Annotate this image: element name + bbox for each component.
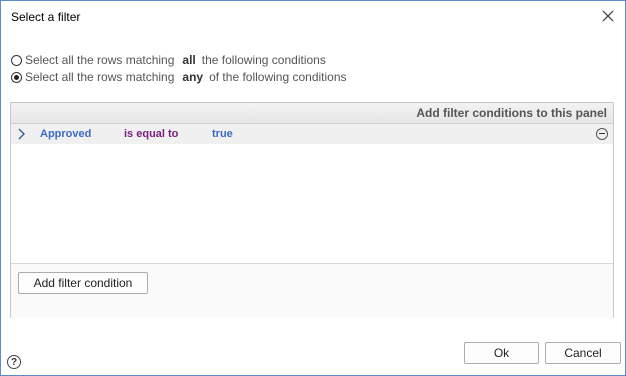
add-conditions-to-panel-link[interactable]: Add filter conditions to this panel	[416, 106, 607, 120]
panel-footer: Add filter condition	[11, 263, 613, 318]
dialog-title: Select a filter	[11, 10, 81, 24]
match-all-radio[interactable]	[11, 54, 22, 66]
match-any-prefix: Select all the rows matching	[25, 70, 175, 84]
match-all-keyword: all	[182, 53, 196, 67]
condition-operator[interactable]: is equal to	[124, 128, 178, 140]
ok-button[interactable]: Ok	[464, 342, 539, 364]
chevron-right-icon[interactable]	[17, 128, 26, 140]
add-filter-condition-button[interactable]: Add filter condition	[18, 272, 148, 294]
cancel-button[interactable]: Cancel	[545, 342, 621, 364]
title-bar: Select a filter	[1, 1, 625, 31]
match-all-option[interactable]: Select all the rows matching all the fol…	[11, 52, 326, 68]
condition-value[interactable]: true	[212, 128, 233, 140]
panel-header: Add filter conditions to this panel	[11, 103, 613, 124]
match-any-keyword: any	[182, 70, 204, 84]
match-all-prefix: Select all the rows matching	[25, 53, 175, 67]
close-button[interactable]	[599, 7, 617, 25]
remove-condition-icon[interactable]	[596, 128, 608, 140]
match-any-option[interactable]: Select all the rows matching any of the …	[11, 69, 347, 85]
help-icon[interactable]: ?	[7, 355, 21, 369]
condition-row: Approved is equal to true	[11, 124, 613, 144]
match-all-suffix: the following conditions	[201, 53, 326, 67]
close-icon	[602, 10, 614, 22]
condition-field[interactable]: Approved	[40, 128, 91, 140]
match-any-radio[interactable]	[11, 71, 22, 83]
match-any-suffix: of the following conditions	[209, 70, 347, 84]
filter-conditions-panel: Add filter conditions to this panel Appr…	[10, 102, 614, 318]
select-filter-dialog: Select a filter Select all the rows matc…	[0, 0, 626, 376]
